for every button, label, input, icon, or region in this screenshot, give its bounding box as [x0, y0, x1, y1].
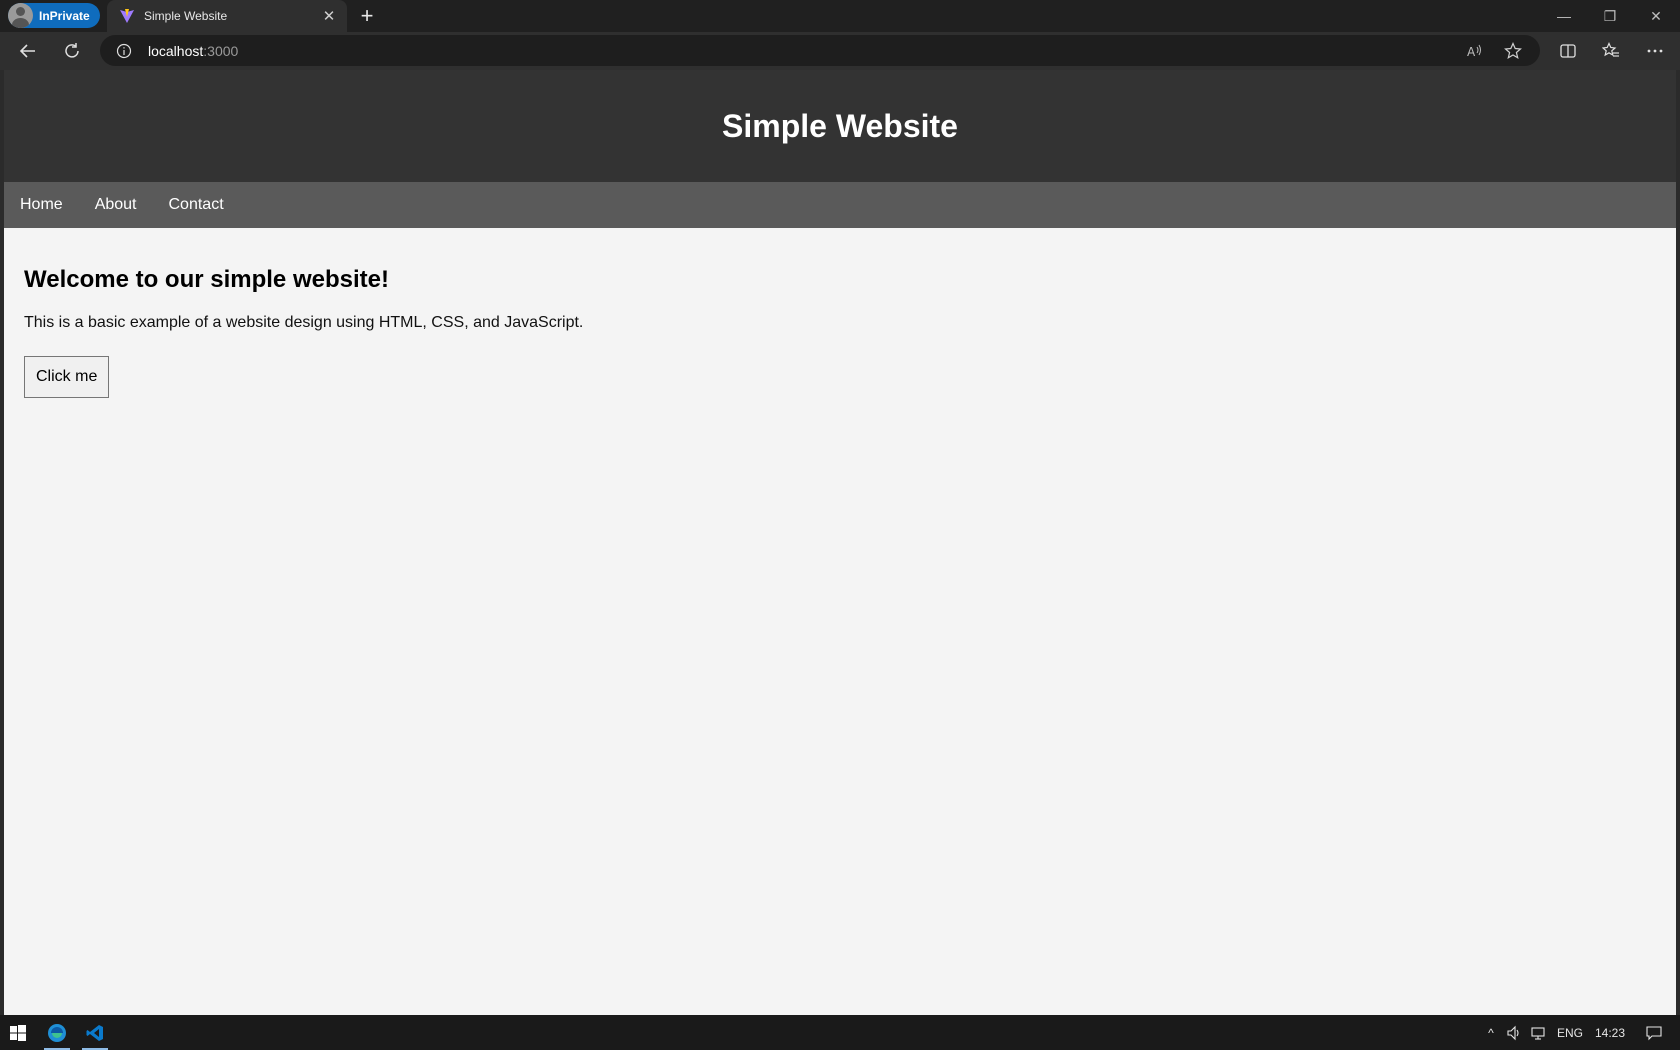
- url-host: localhost: [148, 42, 204, 59]
- browser-tab-strip: InPrivate Simple Website ✕ + — ❐ ✕: [0, 0, 1680, 32]
- inprivate-badge[interactable]: InPrivate: [8, 3, 100, 28]
- split-screen-icon[interactable]: [1553, 36, 1583, 66]
- vite-favicon-icon: [120, 9, 134, 23]
- nav-link-contact[interactable]: Contact: [169, 196, 224, 214]
- url-port: :3000: [203, 42, 239, 59]
- site-info-icon[interactable]: [116, 43, 132, 59]
- minimize-icon[interactable]: —: [1541, 0, 1587, 32]
- profile-avatar: [8, 3, 33, 28]
- inprivate-label: InPrivate: [39, 8, 90, 23]
- taskbar-clock[interactable]: 14:23: [1590, 1015, 1630, 1050]
- refresh-icon[interactable]: [57, 36, 87, 66]
- edge-taskbar-icon[interactable]: [38, 1015, 76, 1050]
- intro-paragraph: This is a basic example of a website des…: [24, 314, 584, 331]
- read-aloud-icon[interactable]: A: [1466, 42, 1484, 60]
- vscode-taskbar-icon[interactable]: [76, 1015, 114, 1050]
- click-me-button[interactable]: Click me: [24, 356, 110, 398]
- nav-link-home[interactable]: Home: [20, 196, 63, 214]
- tab-close-icon[interactable]: ✕: [321, 8, 337, 25]
- language-indicator[interactable]: ENG: [1555, 1015, 1585, 1050]
- site-main: Welcome to our simple website! This is a…: [4, 228, 1676, 436]
- more-menu-icon[interactable]: [1640, 36, 1670, 66]
- show-hidden-icons-icon[interactable]: ^: [1480, 1015, 1502, 1050]
- tab-title: Simple Website: [144, 9, 228, 23]
- network-icon[interactable]: [1527, 1015, 1551, 1050]
- site-title: Simple Website: [722, 107, 958, 144]
- page-viewport: Simple Website Home About Contact Welcom…: [4, 70, 1676, 1015]
- favorite-star-icon[interactable]: [1504, 42, 1522, 60]
- address-bar[interactable]: localhost:3000 A: [100, 35, 1540, 66]
- windows-start-icon[interactable]: [0, 1015, 36, 1050]
- new-tab-icon[interactable]: +: [355, 3, 379, 28]
- back-icon[interactable]: [13, 36, 43, 66]
- favorites-icon[interactable]: [1596, 36, 1626, 66]
- restore-icon[interactable]: ❐: [1587, 0, 1633, 32]
- welcome-heading: Welcome to our simple website!: [24, 266, 389, 293]
- svg-text:A: A: [1467, 45, 1476, 59]
- nav-link-about[interactable]: About: [95, 196, 137, 214]
- browser-toolbar: localhost:3000 A: [0, 32, 1680, 70]
- volume-icon[interactable]: [1503, 1015, 1525, 1050]
- address-url[interactable]: localhost:3000: [148, 43, 238, 59]
- window-close-icon[interactable]: ✕: [1633, 0, 1679, 32]
- action-center-icon[interactable]: [1636, 1015, 1672, 1050]
- browser-tab-active[interactable]: Simple Website ✕: [107, 0, 347, 32]
- site-header: Simple Website: [4, 70, 1676, 182]
- site-nav: Home About Contact: [4, 182, 1676, 228]
- windows-taskbar: ^ ENG 14:23: [0, 1015, 1680, 1050]
